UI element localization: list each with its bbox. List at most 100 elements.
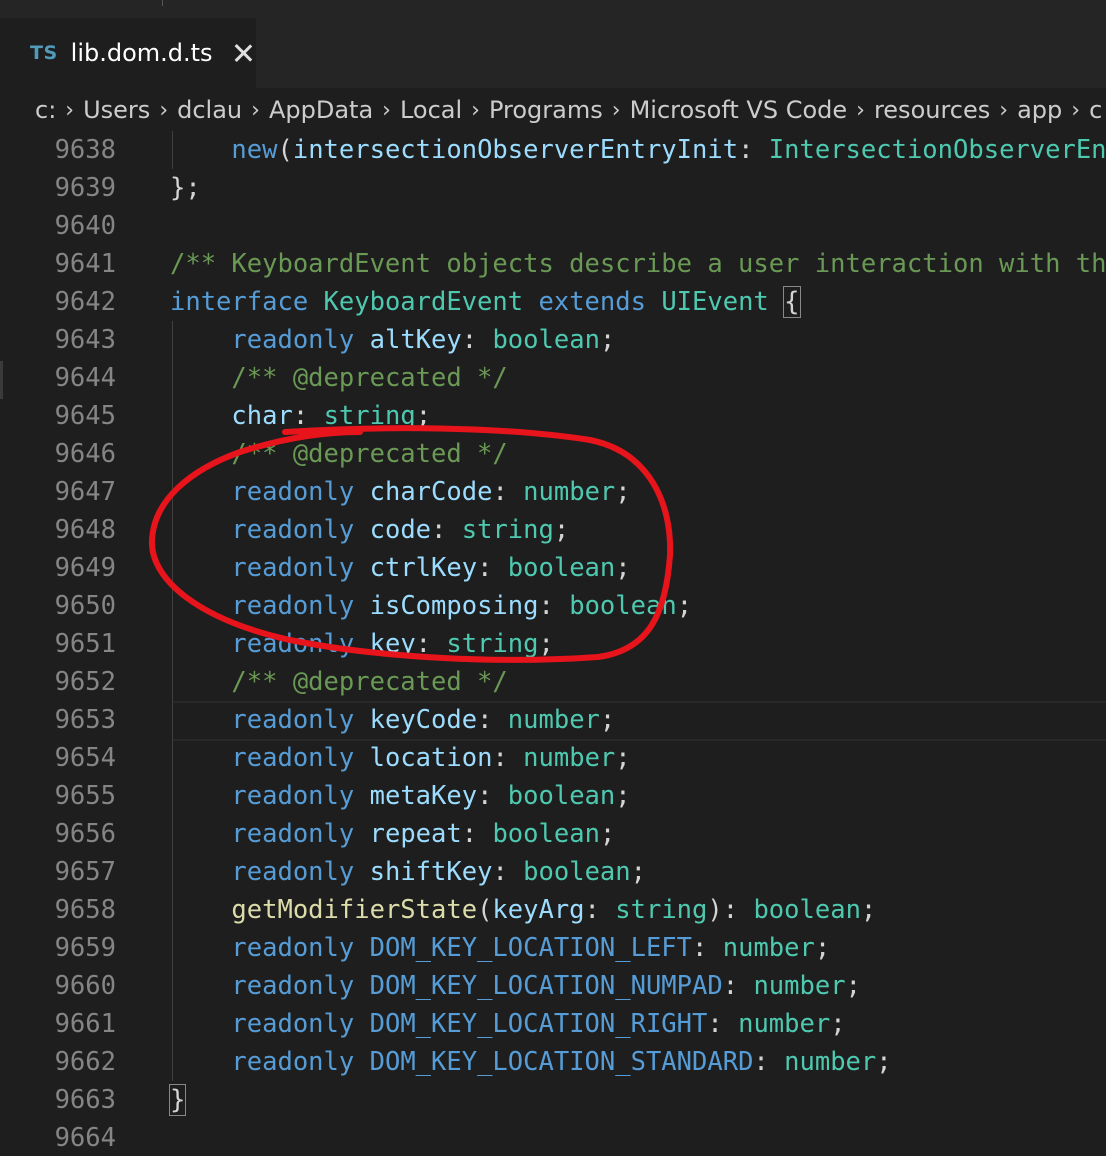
- code-line[interactable]: 9639};: [0, 169, 1106, 207]
- code-line[interactable]: 9653 readonly keyCode: number;: [0, 701, 1106, 739]
- code-token: number: [722, 933, 815, 963]
- indent-guide: [172, 131, 173, 169]
- code-line[interactable]: 9658 getModifierState(keyArg: string): b…: [0, 891, 1106, 929]
- code-line[interactable]: 9638 new(intersectionObserverEntryInit: …: [0, 131, 1106, 169]
- code-token: IntersectionObserverEn: [768, 135, 1106, 165]
- code-text: char: string;: [170, 397, 431, 435]
- line-number: 9664: [54, 1123, 116, 1153]
- code-line[interactable]: 9649 readonly ctrlKey: boolean;: [0, 549, 1106, 587]
- code-token: :: [477, 705, 508, 735]
- code-token: DOM_KEY_LOCATION_LEFT: [369, 933, 693, 963]
- code-token: (: [477, 895, 493, 925]
- code-text: readonly altKey: boolean;: [170, 321, 615, 359]
- code-token: boolean: [507, 553, 616, 583]
- code-line[interactable]: 9642 interface KeyboardEvent extends UIEv…: [0, 283, 1106, 321]
- tab-lib-dom-d-ts[interactable]: TS lib.dom.d.ts: [0, 18, 256, 88]
- breadcrumb-item[interactable]: c:: [35, 96, 56, 124]
- breadcrumb-item[interactable]: Programs: [489, 96, 603, 124]
- code-editor[interactable]: 9638 new(intersectionObserverEntryInit: …: [0, 131, 1106, 1156]
- close-icon[interactable]: [231, 41, 255, 65]
- code-text: /** @deprecated */: [170, 435, 507, 473]
- code-line[interactable]: 9660 readonly DOM_KEY_LOCATION_NUMPAD: n…: [0, 967, 1106, 1005]
- code-line[interactable]: 9654 readonly location: number;: [0, 739, 1106, 777]
- line-number: 9657: [54, 857, 116, 887]
- code-token: :: [415, 629, 447, 659]
- breadcrumb-item[interactable]: Local: [400, 96, 462, 124]
- code-token: readonly: [231, 971, 355, 1001]
- breadcrumb-item[interactable]: AppData: [269, 96, 373, 124]
- code-token: ):: [707, 895, 754, 925]
- code-text: };: [170, 169, 201, 207]
- code-token: KeyboardEvent: [323, 287, 524, 317]
- line-number: 9653: [54, 705, 116, 735]
- code-line[interactable]: 9664: [0, 1119, 1106, 1156]
- code-line[interactable]: 9663}: [0, 1081, 1106, 1119]
- chevron-right-icon: ›: [65, 97, 75, 123]
- chevron-right-icon: ›: [999, 97, 1009, 123]
- code-token: :: [492, 477, 524, 507]
- code-line[interactable]: 9659 readonly DOM_KEY_LOCATION_LEFT: num…: [0, 929, 1106, 967]
- code-token: number: [523, 477, 616, 507]
- code-line[interactable]: 9646 /** @deprecated */: [0, 435, 1106, 473]
- code-token: ;: [538, 629, 554, 659]
- code-token: keyCode: [369, 705, 478, 735]
- code-line[interactable]: 9661 readonly DOM_KEY_LOCATION_RIGHT: nu…: [0, 1005, 1106, 1043]
- code-text: readonly DOM_KEY_LOCATION_STANDARD: numb…: [170, 1043, 891, 1081]
- code-token: isComposing: [369, 591, 539, 621]
- breadcrumb-item[interactable]: resources: [874, 96, 990, 124]
- code-line[interactable]: 9641 /** KeyboardEvent objects describe a…: [0, 245, 1106, 283]
- code-line[interactable]: 9652 /** @deprecated */: [0, 663, 1106, 701]
- code-token: ;: [599, 819, 616, 849]
- code-line[interactable]: 9640: [0, 207, 1106, 245]
- code-line[interactable]: 9647 readonly charCode: number;: [0, 473, 1106, 511]
- code-line[interactable]: 9655 readonly metaKey: boolean;: [0, 777, 1106, 815]
- code-line[interactable]: 9662 readonly DOM_KEY_LOCATION_STANDARD:…: [0, 1043, 1106, 1081]
- code-line[interactable]: 9650 readonly isComposing: boolean;: [0, 587, 1106, 625]
- breadcrumb-item[interactable]: dclau: [177, 96, 242, 124]
- code-token: readonly: [231, 477, 355, 507]
- code-line[interactable]: 9657 readonly shiftKey: boolean;: [0, 853, 1106, 891]
- code-line[interactable]: 9645 char: string;: [0, 397, 1106, 435]
- code-token: number: [753, 971, 846, 1001]
- code-token: readonly: [231, 781, 355, 811]
- code-line[interactable]: 9656 readonly repeat: boolean;: [0, 815, 1106, 853]
- code-token: :: [477, 553, 508, 583]
- code-line[interactable]: 9644 /** @deprecated */: [0, 359, 1106, 397]
- code-text: readonly isComposing: boolean;: [170, 587, 692, 625]
- tab-title: lib.dom.d.ts: [70, 39, 213, 67]
- breadcrumb-item[interactable]: Users: [83, 96, 150, 124]
- code-line[interactable]: 9643 readonly altKey: boolean;: [0, 321, 1106, 359]
- code-text: readonly repeat: boolean;: [170, 815, 615, 853]
- code-text: readonly metaKey: boolean;: [170, 777, 630, 815]
- breadcrumb-item[interactable]: Microsoft VS Code: [630, 96, 848, 124]
- code-token: ;: [676, 591, 693, 621]
- code-token: number: [523, 743, 616, 773]
- code-token: ;: [630, 857, 646, 887]
- code-token: string: [461, 515, 554, 545]
- code-token: ;: [599, 705, 616, 735]
- code-line[interactable]: 9651 readonly key: string;: [0, 625, 1106, 663]
- code-line[interactable]: 9648 readonly code: string;: [0, 511, 1106, 549]
- code-text: readonly keyCode: number;: [170, 701, 615, 739]
- breadcrumb-item[interactable]: app: [1017, 96, 1062, 124]
- code-token: readonly: [231, 857, 355, 887]
- code-token: string: [323, 401, 416, 431]
- code-text: readonly shiftKey: boolean;: [170, 853, 646, 891]
- breadcrumb-item[interactable]: c: [1089, 96, 1102, 124]
- code-token: :: [292, 401, 324, 431]
- code-token: readonly: [231, 1009, 355, 1039]
- line-number: 9662: [54, 1047, 116, 1077]
- code-token: ctrlKey: [369, 553, 478, 583]
